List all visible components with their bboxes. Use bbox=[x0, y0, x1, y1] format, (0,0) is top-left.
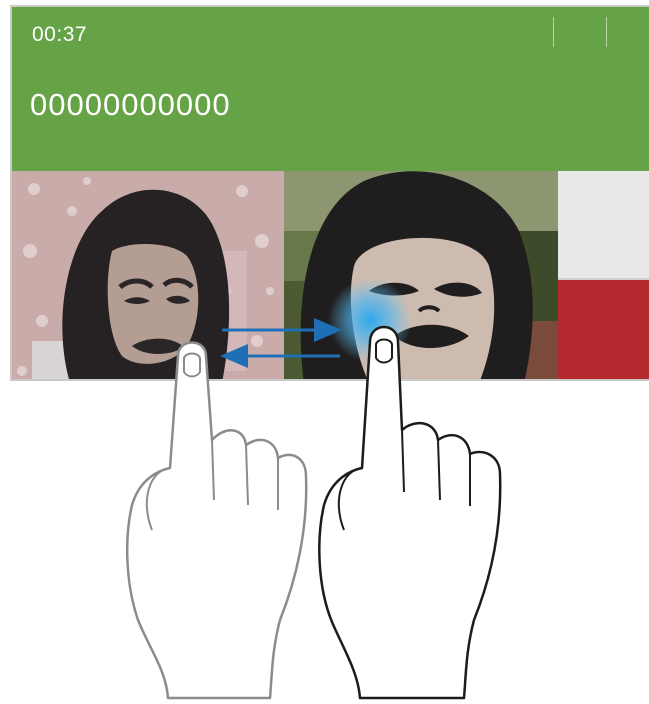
end-call-button[interactable] bbox=[558, 280, 649, 379]
my-video-preview[interactable] bbox=[12, 171, 284, 379]
header-divider bbox=[553, 17, 554, 47]
video-call-screen: 00:37 00000000000 bbox=[10, 5, 649, 381]
video-options-panel[interactable] bbox=[558, 171, 649, 280]
remote-video[interactable] bbox=[284, 171, 558, 379]
left-hand-icon bbox=[125, 341, 308, 700]
call-header: 00:37 00000000000 bbox=[12, 7, 649, 171]
right-hand-icon bbox=[318, 325, 502, 700]
phone-number: 00000000000 bbox=[30, 87, 231, 122]
header-divider bbox=[606, 17, 607, 47]
caller-portrait-image bbox=[12, 171, 284, 379]
callee-portrait-image bbox=[284, 171, 558, 379]
call-timer: 00:37 bbox=[32, 23, 88, 46]
